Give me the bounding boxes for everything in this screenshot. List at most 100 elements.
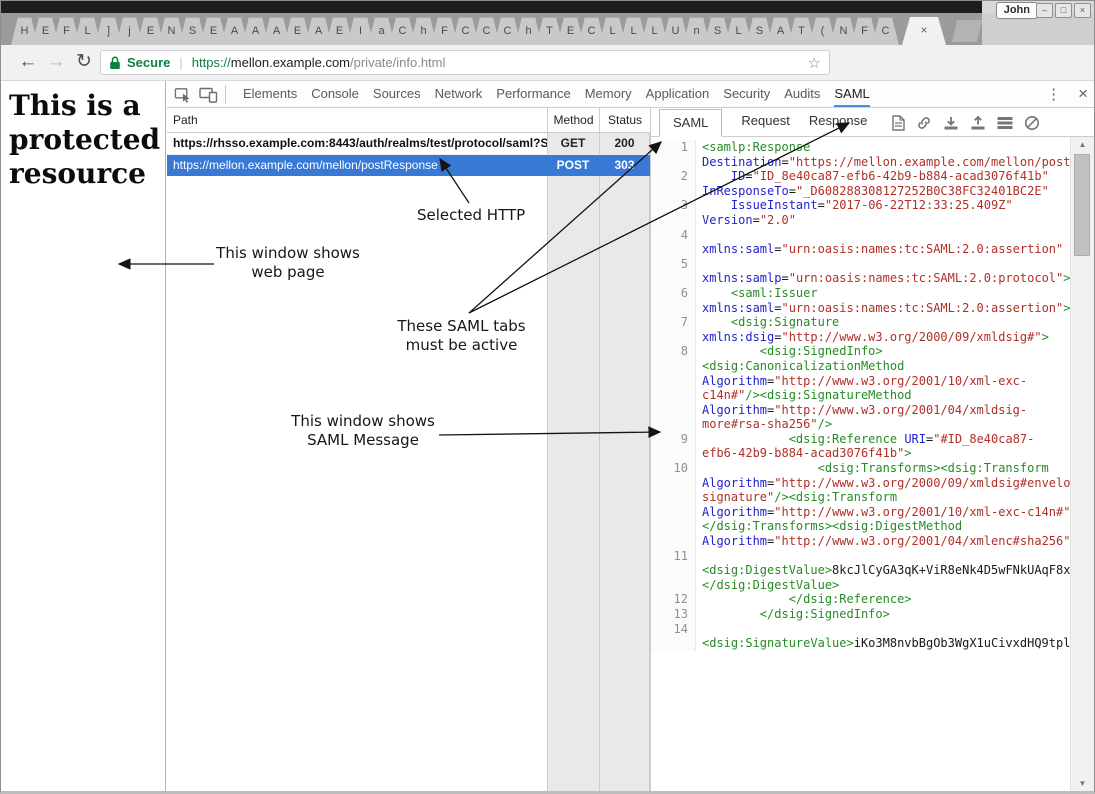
scroll-down-icon[interactable]: ▼	[1071, 779, 1094, 788]
xml-code: </dsig:SignedInfo>	[696, 607, 1070, 622]
request-method: POST	[547, 155, 599, 176]
devtools-tabs: Elements Console Sources Network Performance…	[243, 81, 870, 107]
xml-line-number: 2	[651, 169, 696, 198]
xml-line: 2 ID="ID_8e40ca87-efb6-42b9-b884-acad307…	[651, 169, 1070, 198]
link-icon[interactable]	[916, 115, 932, 131]
network-table-header: Path Method Status	[167, 108, 650, 133]
path-column-header[interactable]: Path	[173, 108, 198, 132]
xml-code: IssueInstant="2017-06-22T12:33:25.409Z" …	[696, 198, 1070, 227]
request-status: 303	[599, 155, 650, 176]
xml-line-number: 5	[651, 257, 696, 286]
back-button[interactable]: ←	[15, 48, 41, 76]
saml-subtab-response[interactable]: Response	[809, 108, 868, 136]
devtools-menu-icon[interactable]: ⋮	[1046, 85, 1061, 103]
xml-code: ID="ID_8e40ca87-efb6-42b9-b884-acad3076f…	[696, 169, 1070, 198]
page-heading-line: This is a	[9, 89, 159, 123]
devtools-panel: Elements Console Sources Network Performance…	[167, 81, 1094, 791]
page-heading-line: resource	[9, 157, 159, 191]
xml-line: 13 </dsig:SignedInfo>	[651, 607, 1070, 622]
xml-code: <dsig:SignatureValue>iKo3M8nvbBgOb3WgX1u…	[696, 622, 1070, 651]
xml-line: 14 <dsig:SignatureValue>iKo3M8nvbBgOb3Wg…	[651, 622, 1070, 651]
xml-line-number: 10	[651, 461, 696, 549]
request-method: GET	[547, 133, 599, 154]
window-titlebar	[1, 1, 1094, 13]
xml-line-number: 1	[651, 140, 696, 169]
toolbar-separator	[225, 85, 226, 104]
devtools-tab-security[interactable]: Security	[723, 81, 770, 107]
saml-message-view: 1<samlp:Response Destination="https://me…	[651, 137, 1070, 791]
xml-line-number: 8	[651, 344, 696, 432]
xml-line-number: 3	[651, 198, 696, 227]
network-row[interactable]: https://rhsso.example.com:8443/auth/real…	[167, 133, 650, 155]
active-browser-tab[interactable]: ×	[902, 17, 946, 45]
saml-subtab-saml[interactable]: SAML	[659, 109, 722, 137]
scrollbar[interactable]: ▲ ▼	[1070, 137, 1094, 791]
xml-code: <dsig:DigestValue>8kcJlCyGA3qK+ViR8eNk4D…	[696, 549, 1070, 593]
devtools-tab-saml[interactable]: SAML	[834, 81, 869, 107]
xml-code: <dsig:Transforms><dsig:Transform Algorit…	[696, 461, 1070, 549]
address-divider: |	[179, 55, 182, 70]
devtools-tab-sources[interactable]: Sources	[373, 81, 421, 107]
devtools-toolbar: Elements Console Sources Network Performance…	[167, 81, 1094, 108]
method-column-stripe	[547, 133, 599, 791]
xml-line-number: 14	[651, 622, 696, 651]
devtools-tab-audits[interactable]: Audits	[784, 81, 820, 107]
new-tab-button[interactable]	[952, 20, 982, 42]
scrollbar-thumb[interactable]	[1074, 154, 1090, 256]
xml-line: 7 <dsig:Signature xmlns:dsig="http://www…	[651, 315, 1070, 344]
file-icon[interactable]	[892, 115, 905, 131]
url-scheme: https://	[192, 55, 231, 70]
xml-line: 8 <dsig:SignedInfo> <dsig:Canonicalizati…	[651, 344, 1070, 432]
download-icon[interactable]	[943, 116, 959, 131]
devtools-tab-elements[interactable]: Elements	[243, 81, 297, 107]
saml-toolbar	[892, 115, 1040, 131]
upload-icon[interactable]	[970, 116, 986, 131]
xml-code: xmlns:saml="urn:oasis:names:tc:SAML:2.0:…	[696, 228, 1070, 257]
browser-tab-strip-bg: HEFL]jENSEAAAEAEIaChFCCChTECLLLUnSLSAT(N…	[1, 13, 1094, 45]
browser-toolbar: ← → ↻ Secure | https://mellon.example.co…	[1, 45, 1094, 81]
xml-line-number: 9	[651, 432, 696, 461]
inspect-icon[interactable]	[174, 86, 191, 103]
devtools-tab-memory[interactable]: Memory	[585, 81, 632, 107]
minimize-button[interactable]: –	[1036, 3, 1053, 18]
browser-tab[interactable]: C	[872, 17, 899, 45]
maximize-button[interactable]: □	[1055, 3, 1072, 18]
request-status: 200	[599, 133, 650, 154]
xml-line: 3 IssueInstant="2017-06-22T12:33:25.409Z…	[651, 198, 1070, 227]
request-path: https://mellon.example.com/mellon/postRe…	[167, 155, 547, 176]
xml-code: <dsig:SignedInfo> <dsig:Canonicalization…	[696, 344, 1070, 432]
forward-button[interactable]: →	[43, 48, 69, 76]
bookmark-star-icon[interactable]: ☆	[808, 54, 821, 72]
method-column-header[interactable]: Method	[547, 108, 599, 132]
secure-label: Secure	[127, 55, 170, 70]
saml-subtab-request[interactable]: Request	[741, 108, 789, 136]
devtools-tab-console[interactable]: Console	[311, 81, 359, 107]
request-path: https://rhsso.example.com:8443/auth/real…	[167, 133, 547, 154]
status-column-stripe	[599, 133, 650, 791]
xml-line: 6 <saml:Issuer xmlns:saml="urn:oasis:nam…	[651, 286, 1070, 315]
scroll-up-icon[interactable]: ▲	[1071, 140, 1094, 149]
network-rows: https://rhsso.example.com:8443/auth/real…	[167, 133, 650, 176]
devtools-close-icon[interactable]: ×	[1078, 84, 1088, 104]
block-icon[interactable]	[1024, 115, 1040, 131]
lock-icon	[109, 55, 121, 71]
close-window-button[interactable]: ×	[1074, 3, 1091, 18]
network-pane: Path Method Status https://rhsso.example…	[167, 108, 650, 791]
rows-icon[interactable]	[997, 116, 1013, 130]
device-toolbar-icon[interactable]	[199, 86, 218, 103]
xml-line-number: 4	[651, 228, 696, 257]
tab-close-icon[interactable]: ×	[920, 23, 927, 37]
xml-line: 11 <dsig:DigestValue>8kcJlCyGA3qK+ViR8eN…	[651, 549, 1070, 593]
devtools-tab-performance[interactable]: Performance	[496, 81, 570, 107]
xml-line: 1<samlp:Response Destination="https://me…	[651, 140, 1070, 169]
xml-line: 9 <dsig:Reference URI="#ID_8e40ca87-efb6…	[651, 432, 1070, 461]
xml-code: xmlns:samlp="urn:oasis:names:tc:SAML:2.0…	[696, 257, 1070, 286]
network-row[interactable]: https://mellon.example.com/mellon/postRe…	[167, 155, 650, 176]
xml-line-number: 12	[651, 592, 696, 607]
reload-button[interactable]: ↻	[71, 48, 97, 76]
status-column-header[interactable]: Status	[599, 108, 650, 132]
address-bar[interactable]: Secure | https://mellon.example.com/priv…	[100, 50, 830, 75]
devtools-tab-network[interactable]: Network	[435, 81, 483, 107]
xml-code: </dsig:Reference>	[696, 592, 1070, 607]
devtools-tab-application[interactable]: Application	[646, 81, 710, 107]
